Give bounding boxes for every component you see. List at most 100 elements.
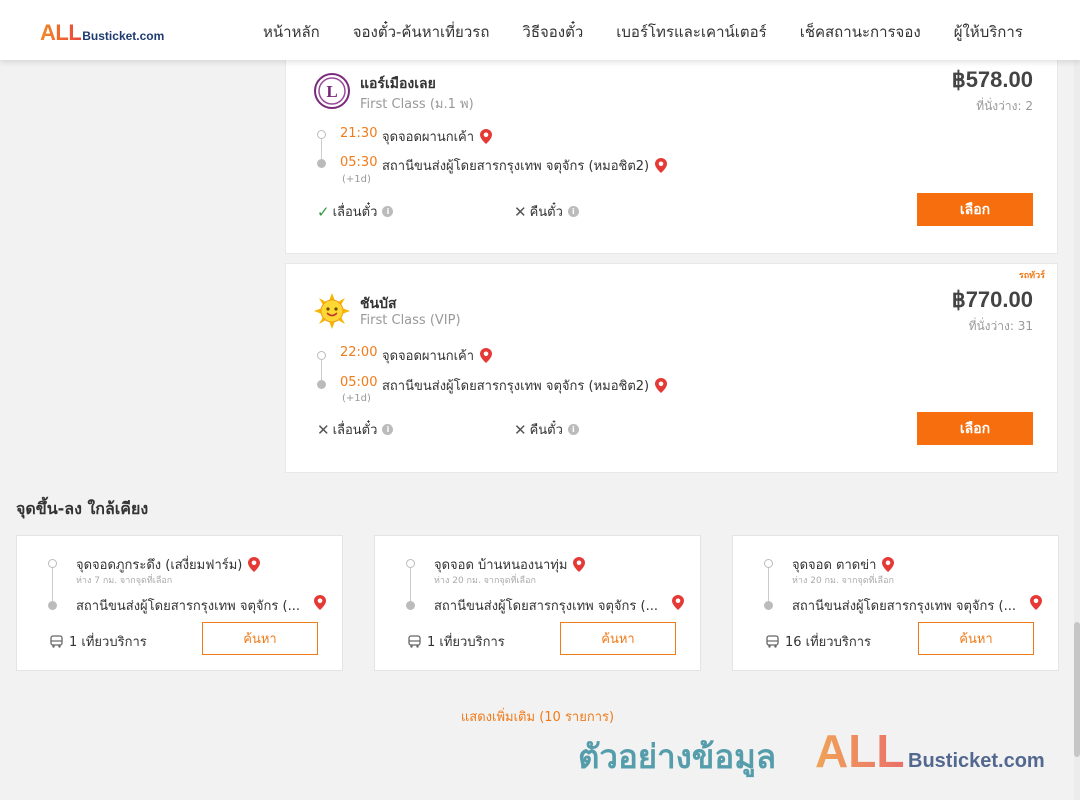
check-icon: ✓ xyxy=(317,202,330,221)
map-pin-icon[interactable] xyxy=(314,595,326,610)
nearby-distance: ห่าง 20 กม. จากจุดที่เลือก xyxy=(434,576,536,586)
nav-how-to-book[interactable]: วิธีจองตั๋ว xyxy=(522,20,583,44)
depart-dot xyxy=(317,130,326,139)
nearby-distance: ห่าง 20 กม. จากจุดที่เลือก xyxy=(792,576,894,586)
depart-stop: จุดจอดผานกเค้า xyxy=(382,126,493,147)
nearby-distance: ห่าง 7 กม. จากจุดที่เลือก xyxy=(76,576,173,586)
reschedule-feature: ✕ เลื่อนตั๋ว i xyxy=(317,419,394,440)
watermark-logo-domain: Busticket.com xyxy=(908,750,1045,772)
operator-name: แอร์เมืองเลย xyxy=(360,76,436,92)
nearby-trip-count: 16 เที่ยวบริการ xyxy=(766,631,871,652)
reschedule-label: เลื่อนตั๋ว xyxy=(332,423,378,438)
nearby-from: จุดจอดภูกระดึง (เสงี่ยมฟาร์ม) xyxy=(76,554,261,575)
to-dot xyxy=(764,601,773,610)
nav-phone-counter[interactable]: เบอร์โทรและเคาน์เตอร์ xyxy=(616,20,766,44)
to-dot xyxy=(406,601,415,610)
map-pin-icon[interactable] xyxy=(248,557,261,572)
depart-stop: จุดจอดผานกเค้า xyxy=(382,345,493,366)
nav-check-booking[interactable]: เช็คสถานะการจอง xyxy=(800,20,921,44)
nav-book-search[interactable]: จองตั๋ว-ค้นหาเที่ยวรถ xyxy=(353,20,490,44)
route-line xyxy=(410,566,411,606)
reschedule-feature: ✓ เลื่อนตั๋ว i xyxy=(317,201,394,222)
watermark-text: ตัวอย่างข้อมูล xyxy=(578,737,777,776)
depart-dot xyxy=(317,351,326,360)
info-icon[interactable]: i xyxy=(567,206,579,217)
operator-name: ชันบัส xyxy=(360,296,397,312)
operator-logo xyxy=(314,293,350,329)
arrive-time: 05:00 xyxy=(340,375,378,390)
bus-class: First Class (ม.1 พ) xyxy=(360,97,474,112)
nearby-trip-count: 1 เที่ยวบริการ xyxy=(50,631,147,652)
depart-time: 21:30 xyxy=(340,126,378,141)
bus-icon xyxy=(766,635,779,648)
plus-day: (+1d) xyxy=(342,174,371,185)
route-line xyxy=(768,566,769,606)
map-pin-icon[interactable] xyxy=(480,348,493,363)
bus-type-tag: รถทัวร์ xyxy=(1018,271,1045,281)
nearby-from-label: จุดจอด บ้านหนองนาทุ่ม xyxy=(434,558,568,573)
nearby-section-title: จุดขึ้น-ลง ใกล้เคียง xyxy=(16,499,149,518)
select-trip-button[interactable]: เลือก xyxy=(917,412,1033,445)
info-icon[interactable]: i xyxy=(382,206,394,217)
select-trip-button[interactable]: เลือก xyxy=(917,193,1033,226)
nearby-card: จุดจอดภูกระดึง (เสงี่ยมฟาร์ม) ห่าง 7 กม.… xyxy=(16,535,343,671)
from-dot xyxy=(764,559,773,568)
from-dot xyxy=(48,559,57,568)
nearby-search-button[interactable]: ค้นหา xyxy=(918,622,1034,655)
map-pin-icon[interactable] xyxy=(882,557,895,572)
sun-logo-icon xyxy=(314,293,350,329)
cross-icon: ✕ xyxy=(514,202,527,221)
info-icon[interactable]: i xyxy=(567,424,579,435)
logo-domain-text: Busticket.com xyxy=(82,29,165,43)
bus-icon xyxy=(50,635,63,648)
nearby-from: จุดจอด บ้านหนองนาทุ่ม xyxy=(434,554,586,575)
info-icon[interactable]: i xyxy=(382,424,394,435)
nearby-card: จุดจอด บ้านหนองนาทุ่ม ห่าง 20 กม. จากจุด… xyxy=(374,535,701,671)
route-line xyxy=(52,566,53,606)
ticket-price: ฿578.00 xyxy=(951,67,1033,92)
cross-icon: ✕ xyxy=(317,420,330,439)
from-dot xyxy=(406,559,415,568)
reschedule-label: เลื่อนตั๋ว xyxy=(332,205,378,220)
ticket-price: ฿770.00 xyxy=(951,287,1033,312)
site-logo[interactable]: ALL Busticket.com xyxy=(40,20,164,46)
refund-label: คืนตั๋ว xyxy=(529,205,563,220)
nearby-trip-count-label: 1 เที่ยวบริการ xyxy=(69,635,147,650)
nearby-trip-count: 1 เที่ยวบริการ xyxy=(408,631,505,652)
map-pin-icon[interactable] xyxy=(655,378,668,393)
arrive-stop-label: สถานีขนส่งผู้โดยสารกรุงเทพ จตุจักร (หมอช… xyxy=(382,159,650,174)
plus-day: (+1d) xyxy=(342,393,371,404)
nav-home[interactable]: หน้าหลัก xyxy=(263,20,320,44)
arrive-dot xyxy=(317,380,326,389)
nav-operators[interactable]: ผู้ให้บริการ xyxy=(954,20,1023,44)
depart-time: 22:00 xyxy=(340,345,378,360)
scrollbar-track[interactable] xyxy=(1074,0,1080,800)
seats-available: ที่นั่งว่าง: 31 xyxy=(968,319,1033,333)
operator-logo: L xyxy=(314,73,350,109)
map-pin-icon[interactable] xyxy=(655,158,668,173)
to-dot xyxy=(48,601,57,610)
nearby-search-button[interactable]: ค้นหา xyxy=(560,622,676,655)
nearby-card: จุดจอด ตาดข่า ห่าง 20 กม. จากจุดที่เลือก… xyxy=(732,535,1059,671)
arrive-stop: สถานีขนส่งผู้โดยสารกรุงเทพ จตุจักร (หมอช… xyxy=(382,375,668,396)
bus-class: First Class (VIP) xyxy=(360,313,461,328)
nearby-search-button[interactable]: ค้นหา xyxy=(202,622,318,655)
top-header: ALL Busticket.com หน้าหลัก จองตั๋ว-ค้นหา… xyxy=(0,0,1080,60)
trip-card: รถทัวร์ ชันบัส First Class (VIP) ฿770.00… xyxy=(285,263,1058,473)
arrive-dot xyxy=(317,159,326,168)
map-pin-icon[interactable] xyxy=(480,129,493,144)
map-pin-icon[interactable] xyxy=(672,595,684,610)
scrollbar-thumb[interactable] xyxy=(1074,622,1080,757)
trip-card: L แอร์เมืองเลย First Class (ม.1 พ) ฿578.… xyxy=(285,40,1058,254)
nearby-to: สถานีขนส่งผู้โดยสารกรุงเทพ จตุจักร (... xyxy=(792,599,1016,614)
depart-stop-label: จุดจอดผานกเค้า xyxy=(382,349,475,364)
logo-all-text: ALL xyxy=(40,20,82,45)
svg-text:L: L xyxy=(326,82,337,101)
main-nav: หน้าหลัก จองตั๋ว-ค้นหาเที่ยวรถ วิธีจองตั… xyxy=(263,20,1056,44)
nearby-to: สถานีขนส่งผู้โดยสารกรุงเทพ จตุจักร (... xyxy=(434,599,658,614)
nearby-trip-count-label: 1 เที่ยวบริการ xyxy=(427,635,505,650)
map-pin-icon[interactable] xyxy=(1030,595,1042,610)
show-more-link[interactable]: แสดงเพิ่มเติม (10 รายการ) xyxy=(0,706,1075,727)
map-pin-icon[interactable] xyxy=(573,557,586,572)
nearby-from-label: จุดจอดภูกระดึง (เสงี่ยมฟาร์ม) xyxy=(76,558,243,573)
